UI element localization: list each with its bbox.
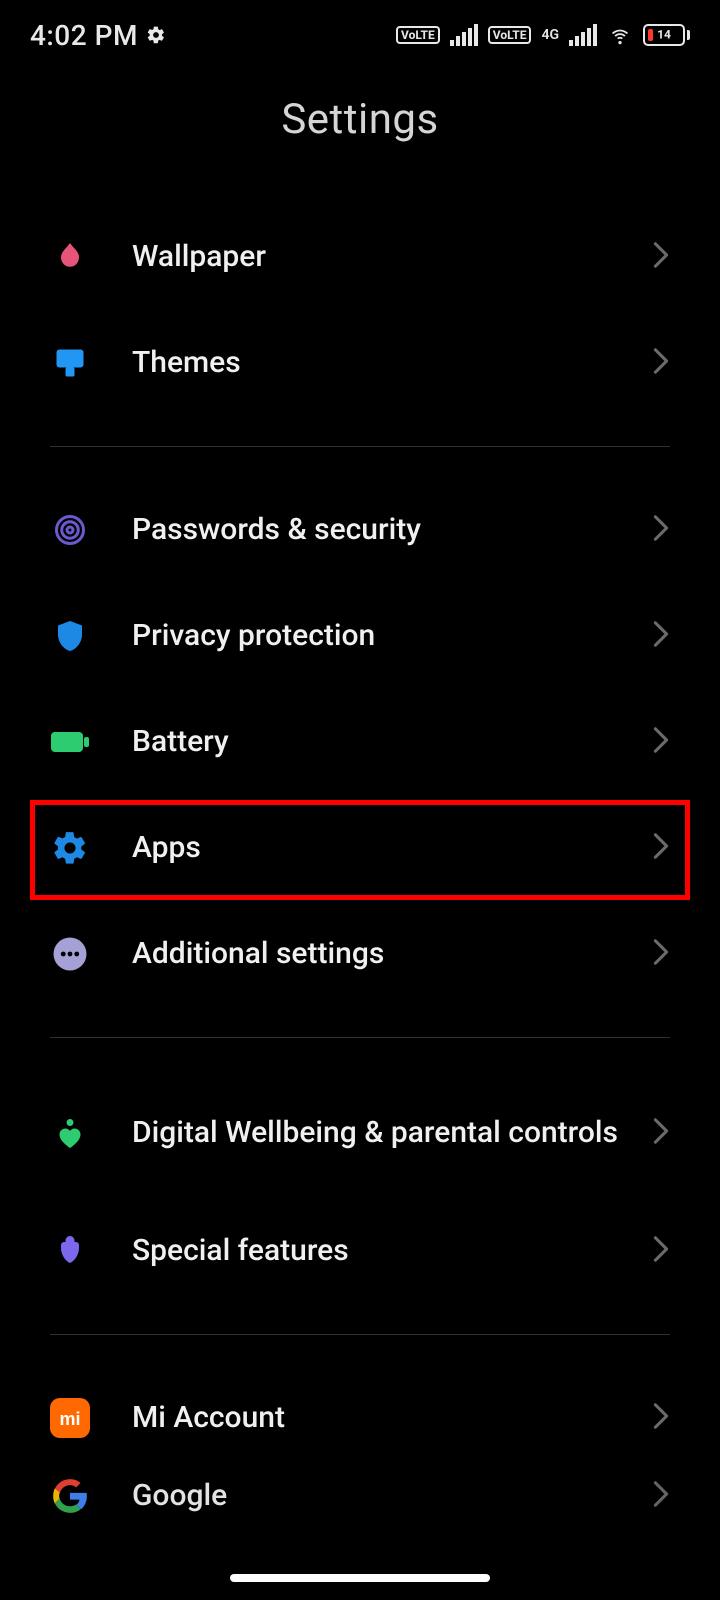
page-title: Settings	[0, 95, 720, 144]
divider	[50, 1334, 670, 1335]
network-4g-icon: 4G	[541, 28, 559, 42]
settings-item-mi-account[interactable]: mi Mi Account	[50, 1365, 670, 1471]
volte-badge-2: VoLTE	[488, 26, 532, 44]
gear-icon	[146, 25, 166, 45]
settings-item-label: Additional settings	[132, 935, 652, 973]
settings-item-wallpaper[interactable]: Wallpaper	[50, 204, 670, 310]
status-right: VoLTE VoLTE 4G 14	[396, 24, 690, 46]
settings-item-label: Digital Wellbeing & parental controls	[132, 1114, 652, 1152]
special-features-icon	[50, 1231, 90, 1271]
settings-item-label: Themes	[132, 344, 652, 382]
volte-badge-1: VoLTE	[396, 26, 440, 44]
settings-item-battery[interactable]: Battery	[50, 689, 670, 795]
settings-item-label: Privacy protection	[132, 617, 652, 655]
gesture-nav-bar[interactable]	[230, 1574, 490, 1582]
settings-list: Wallpaper Themes Passwords & security Pr…	[0, 204, 720, 1521]
dots-circle-icon	[50, 934, 90, 974]
chevron-right-icon	[652, 1117, 670, 1149]
status-left: 4:02 PM	[30, 19, 166, 52]
mi-logo-icon: mi	[50, 1398, 90, 1438]
chevron-right-icon	[652, 726, 670, 758]
settings-item-privacy[interactable]: Privacy protection	[50, 583, 670, 689]
chevron-right-icon	[652, 620, 670, 652]
shield-icon	[50, 616, 90, 656]
chevron-right-icon	[652, 1235, 670, 1267]
divider	[50, 1037, 670, 1038]
settings-item-themes[interactable]: Themes	[50, 310, 670, 416]
divider	[50, 446, 670, 447]
wallpaper-icon	[50, 237, 90, 277]
settings-item-label: Battery	[132, 723, 652, 761]
settings-item-label: Passwords & security	[132, 511, 652, 549]
svg-text:mi: mi	[59, 1409, 80, 1429]
gear-apps-icon	[50, 828, 90, 868]
themes-icon	[50, 343, 90, 383]
settings-item-security[interactable]: Passwords & security	[50, 477, 670, 583]
fingerprint-icon	[50, 510, 90, 550]
signal-bars-icon	[450, 24, 478, 46]
chevron-right-icon	[652, 1480, 670, 1512]
google-logo-icon	[50, 1476, 90, 1516]
chevron-right-icon	[652, 1402, 670, 1434]
settings-item-additional[interactable]: Additional settings	[50, 901, 670, 1007]
wifi-icon	[607, 24, 633, 46]
settings-item-label: Mi Account	[132, 1399, 652, 1437]
settings-item-label: Special features	[132, 1232, 652, 1270]
chevron-right-icon	[652, 241, 670, 273]
battery-icon	[50, 722, 90, 762]
settings-item-apps[interactable]: Apps	[50, 795, 670, 901]
settings-item-special[interactable]: Special features	[50, 1198, 670, 1304]
settings-item-label: Google	[132, 1477, 652, 1515]
settings-item-label: Apps	[132, 829, 652, 867]
chevron-right-icon	[652, 347, 670, 379]
settings-item-google[interactable]: Google	[50, 1471, 670, 1521]
status-time: 4:02 PM	[30, 19, 138, 52]
settings-item-wellbeing[interactable]: Digital Wellbeing & parental controls	[50, 1068, 670, 1198]
chevron-right-icon	[652, 832, 670, 864]
signal-bars-icon-2	[569, 24, 597, 46]
status-bar: 4:02 PM VoLTE VoLTE 4G 14	[0, 0, 720, 70]
settings-item-label: Wallpaper	[132, 238, 652, 276]
wellbeing-icon	[50, 1113, 90, 1153]
chevron-right-icon	[652, 938, 670, 970]
battery-icon: 14	[643, 24, 690, 46]
chevron-right-icon	[652, 514, 670, 546]
